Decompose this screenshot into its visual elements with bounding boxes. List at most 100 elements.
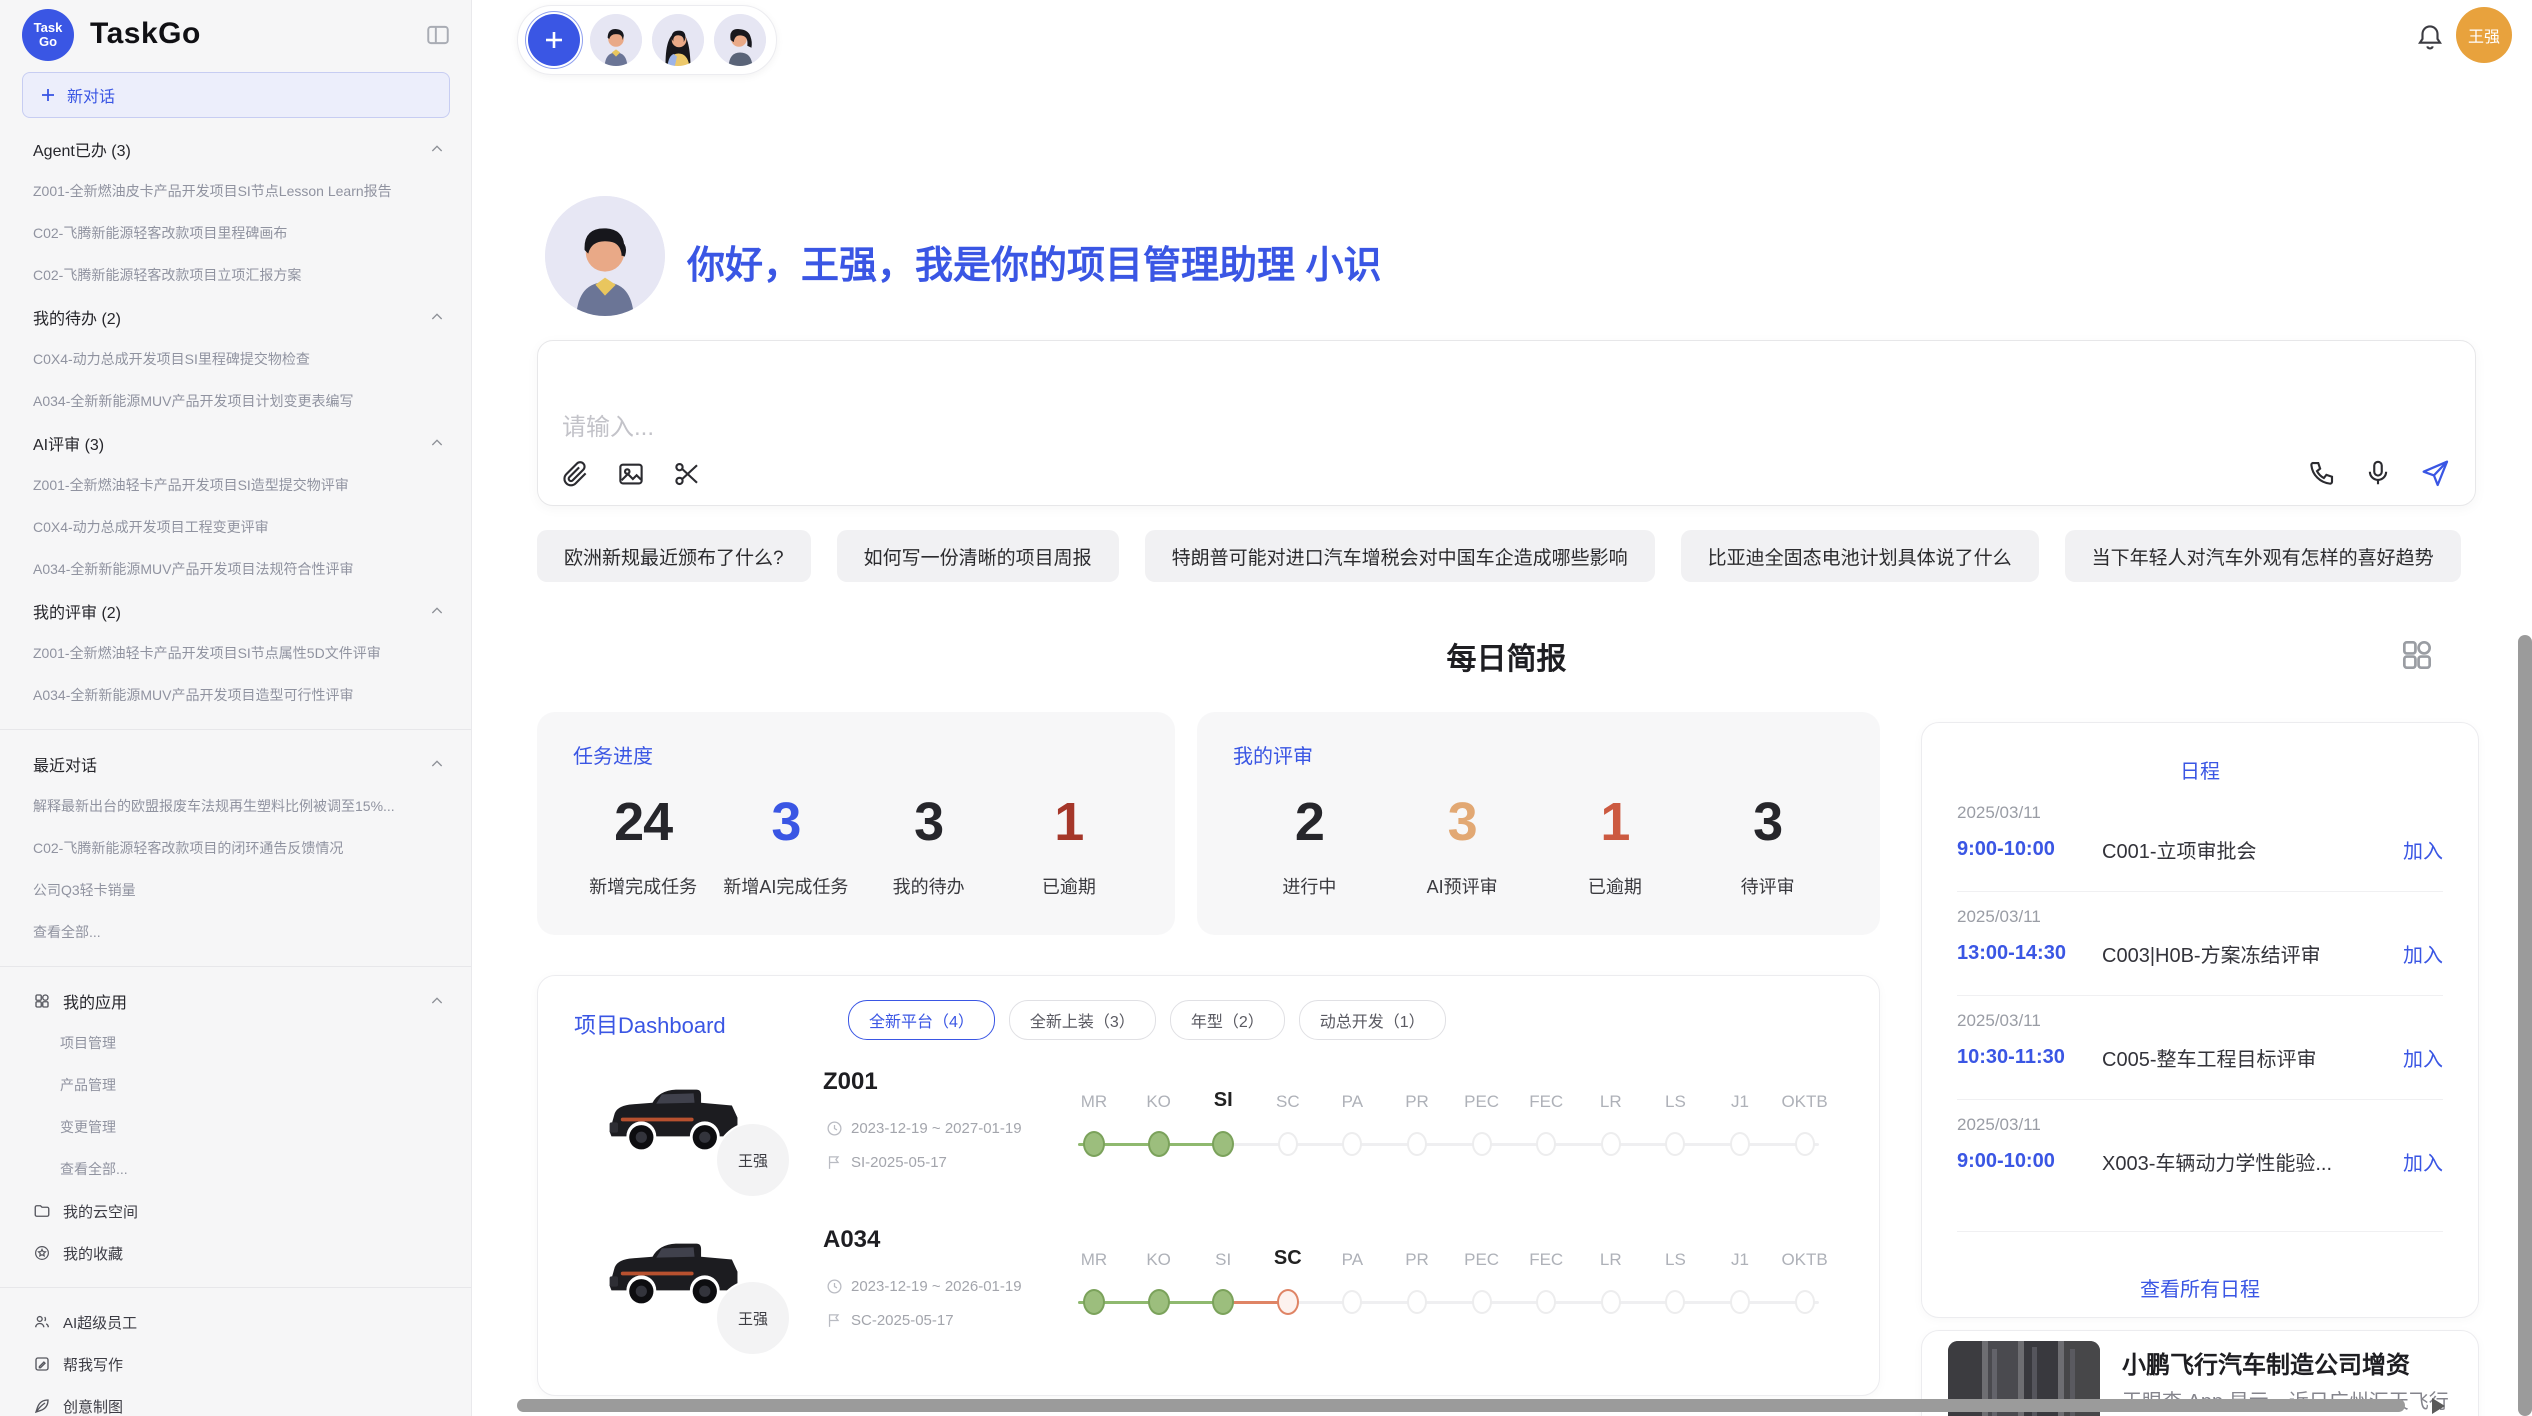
conversation-item[interactable]: A034-全新新能源MUV产品开发项目造型可行性评审 [0,674,471,716]
horizontal-scrollbar[interactable] [517,1399,2405,1412]
suggestion-chip[interactable]: 比亚迪全固态电池计划具体说了什么 [1681,530,2039,582]
briefing-layout-icon[interactable] [2398,636,2436,674]
milestone-dot[interactable] [1407,1290,1427,1314]
conversation-item[interactable]: A034-全新新能源MUV产品开发项目计划变更表编写 [0,380,471,422]
clock-icon [826,1278,843,1295]
milestone-dot[interactable] [1730,1132,1750,1156]
milestone-dot[interactable] [1472,1132,1492,1156]
chevron-up-icon[interactable] [429,603,445,619]
recent-conversation[interactable]: 解释最新出台的欧盟报废车法规再生塑料比例被调至15%... [0,785,471,827]
app-item-change-mgmt[interactable]: 变更管理 [0,1106,471,1148]
new-chat-button[interactable]: 新对话 [22,72,450,118]
scroll-right-arrow[interactable] [2432,1398,2445,1414]
milestone-label: SI [1215,1250,1231,1270]
suggestion-chip[interactable]: 欧洲新规最近颁布了什么? [537,530,811,582]
milestone-dot[interactable] [1665,1132,1685,1156]
milestone-dot[interactable] [1342,1290,1362,1314]
conversation-item[interactable]: C0X4-动力总成开发项目SI里程碑提交物检查 [0,338,471,380]
join-link[interactable]: 加入 [2403,1043,2443,1072]
sidebar-item-help-write[interactable]: 帮我写作 [0,1343,471,1385]
project-dashboard-card: 项目Dashboard 全新平台（4） 全新上装（3） 年型（2） 动总开发（1… [537,975,1880,1396]
section-header-my-apps[interactable]: 我的应用 [0,980,471,1022]
milestone-dot[interactable] [1795,1132,1815,1156]
join-link[interactable]: 加入 [2403,835,2443,864]
recent-conversation[interactable]: C02-飞腾新能源轻客改款项目的闭环通告反馈情况 [0,827,471,869]
tab-new-body[interactable]: 全新上装（3） [1009,1000,1156,1040]
phone-icon[interactable] [2307,458,2337,488]
milestone-dot[interactable] [1277,1289,1299,1315]
conversation-item[interactable]: C02-飞腾新能源轻客改款项目里程碑画布 [0,212,471,254]
chevron-up-icon[interactable] [429,309,445,325]
folder-icon [33,1202,51,1220]
milestone-dot[interactable] [1083,1131,1105,1157]
milestone-label: PEC [1464,1250,1499,1270]
send-icon[interactable] [2419,457,2451,489]
milestone-dot[interactable] [1342,1132,1362,1156]
composer-input[interactable]: 请输入... [562,407,654,442]
suggestion-chip[interactable]: 特朗普可能对进口汽车增税会对中国车企造成哪些影响 [1145,530,1655,582]
milestone-dot[interactable] [1148,1289,1170,1315]
section-header-agent-done[interactable]: Agent已办 (3) [0,128,471,170]
user-avatar[interactable]: 王强 [2456,7,2512,63]
milestone-dot[interactable] [1407,1132,1427,1156]
notification-bell-icon[interactable] [2415,22,2445,52]
conversation-item[interactable]: C0X4-动力总成开发项目工程变更评审 [0,506,471,548]
section-header-my-review[interactable]: 我的评审 (2) [0,590,471,632]
milestone-dot[interactable] [1601,1290,1621,1314]
milestone-dot[interactable] [1212,1131,1234,1157]
schedule-card: 日程 2025/03/11 9:00-10:00 C001-立项审批会 加入 2… [1921,722,2479,1318]
chevron-up-icon[interactable] [429,141,445,157]
milestone-dot[interactable] [1083,1289,1105,1315]
view-all-schedule-link[interactable]: 查看所有日程 [1922,1273,2478,1302]
join-link[interactable]: 加入 [2403,939,2443,968]
section-header-ai-review[interactable]: AI评审 (3) [0,422,471,464]
join-link[interactable]: 加入 [2403,1147,2443,1176]
app-item-product-mgmt[interactable]: 产品管理 [0,1064,471,1106]
app-item-project-mgmt[interactable]: 项目管理 [0,1022,471,1064]
tab-all-new-platform[interactable]: 全新平台（4） [848,1000,995,1040]
suggestion-chip[interactable]: 当下年轻人对汽车外观有怎样的喜好趋势 [2065,530,2461,582]
conversation-item[interactable]: Z001-全新燃油轻卡产品开发项目SI造型提交物评审 [0,464,471,506]
composer[interactable]: 请输入... [537,340,2476,506]
sidebar-item-favorites[interactable]: 我的收藏 [0,1232,471,1274]
microphone-icon[interactable] [2363,458,2393,488]
sidebar-collapse-icon[interactable] [425,22,451,48]
tab-model-year[interactable]: 年型（2） [1170,1000,1285,1040]
sidebar-item-creative-draw[interactable]: 创意制图 [0,1385,471,1416]
attachment-icon[interactable] [560,459,590,489]
recent-view-all[interactable]: 查看全部... [0,911,471,953]
conversation-item[interactable]: C02-飞腾新能源轻客改款项目立项汇报方案 [0,254,471,296]
avatar[interactable] [590,14,642,66]
milestone-dot[interactable] [1601,1132,1621,1156]
chevron-up-icon[interactable] [429,993,445,1009]
avatar[interactable] [714,14,766,66]
milestone-dot[interactable] [1148,1131,1170,1157]
section-header-my-todo[interactable]: 我的待办 (2) [0,296,471,338]
apps-view-all[interactable]: 查看全部... [0,1148,471,1190]
milestone-dot[interactable] [1212,1289,1234,1315]
vertical-scrollbar[interactable] [2518,635,2532,1416]
conversation-item[interactable]: Z001-全新燃油轻卡产品开发项目SI节点属性5D文件评审 [0,632,471,674]
avatar[interactable] [652,14,704,66]
milestone-dot[interactable] [1730,1290,1750,1314]
section-header-recent[interactable]: 最近对话 [0,743,471,785]
add-member-button[interactable] [528,14,580,66]
suggestion-chip[interactable]: 如何写一份清晰的项目周报 [837,530,1119,582]
conversation-item[interactable]: Z001-全新燃油皮卡产品开发项目SI节点Lesson Learn报告 [0,170,471,212]
sidebar-nav: Agent已办 (3) Z001-全新燃油皮卡产品开发项目SI节点Lesson … [0,128,471,1416]
milestone-dot[interactable] [1278,1132,1298,1156]
chevron-up-icon[interactable] [429,435,445,451]
tab-powertrain[interactable]: 动总开发（1） [1299,1000,1446,1040]
milestone-dot[interactable] [1472,1290,1492,1314]
image-icon[interactable] [616,459,646,489]
recent-conversation[interactable]: 公司Q3轻卡销量 [0,869,471,911]
milestone-dot[interactable] [1536,1132,1556,1156]
sidebar-item-ai-employee[interactable]: AI超级员工 [0,1301,471,1343]
milestone-dot[interactable] [1795,1290,1815,1314]
scissors-icon[interactable] [672,459,702,489]
milestone-dot[interactable] [1665,1290,1685,1314]
sidebar-item-cloud-space[interactable]: 我的云空间 [0,1190,471,1232]
milestone-dot[interactable] [1536,1290,1556,1314]
conversation-item[interactable]: A034-全新新能源MUV产品开发项目法规符合性评审 [0,548,471,590]
chevron-up-icon[interactable] [429,756,445,772]
